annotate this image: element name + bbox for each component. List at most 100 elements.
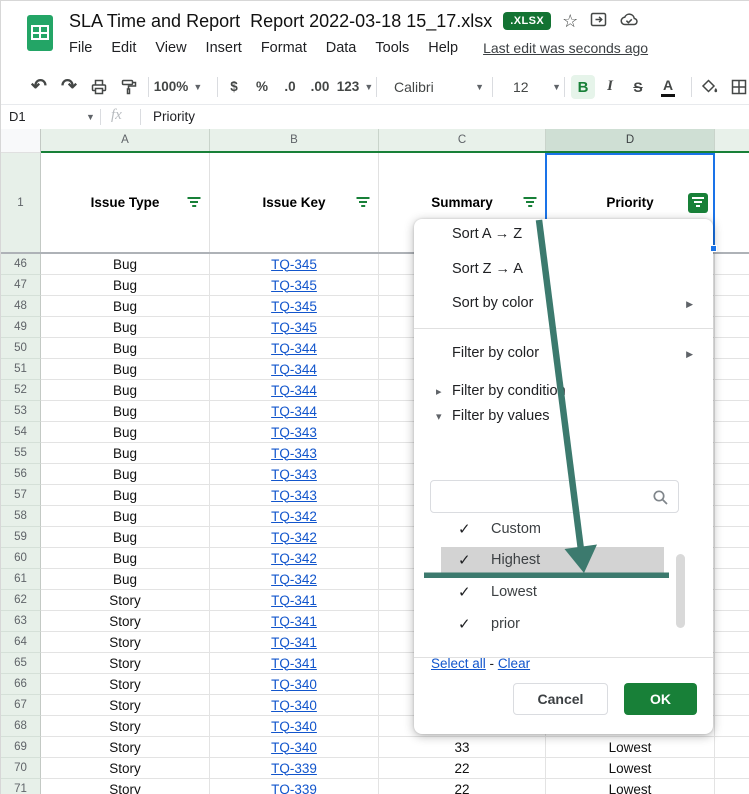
row-header-51[interactable]: 51 [1, 359, 41, 380]
cell-issue-type[interactable]: Bug [41, 464, 210, 485]
cell-summary[interactable]: 33 [379, 737, 546, 758]
text-color-button[interactable]: A [659, 69, 677, 104]
values-scrollbar[interactable] [676, 554, 685, 628]
header-cell-b[interactable]: Issue Key [210, 153, 379, 252]
cell-empty[interactable] [715, 548, 749, 569]
issue-key-link[interactable]: TQ-343 [271, 467, 317, 482]
cell-summary[interactable]: 22 [379, 779, 546, 794]
cell-issue-key[interactable]: TQ-339 [210, 758, 379, 779]
document-title[interactable]: SLA Time and Report Report 2022-03-18 15… [69, 11, 492, 32]
menu-edit[interactable]: Edit [111, 40, 136, 56]
issue-key-link[interactable]: TQ-342 [271, 572, 317, 587]
fill-color-icon[interactable] [699, 69, 719, 104]
issue-key-link[interactable]: TQ-341 [271, 593, 317, 608]
issue-key-link[interactable]: TQ-339 [271, 782, 317, 794]
cell-issue-type[interactable]: Story [41, 695, 210, 716]
cell-issue-type[interactable]: Bug [41, 296, 210, 317]
issue-key-link[interactable]: TQ-344 [271, 362, 317, 377]
column-header-a[interactable]: A [41, 129, 210, 151]
redo-icon[interactable]: ↷ [59, 69, 79, 104]
issue-key-link[interactable]: TQ-340 [271, 698, 317, 713]
issue-key-link[interactable]: TQ-343 [271, 446, 317, 461]
cell-issue-key[interactable]: TQ-344 [210, 359, 379, 380]
row-header-65[interactable]: 65 [1, 653, 41, 674]
cell-issue-key[interactable]: TQ-341 [210, 611, 379, 632]
increase-decimal-button[interactable]: .00 [309, 69, 331, 104]
cloud-status-icon[interactable] [619, 10, 639, 32]
cell-issue-type[interactable]: Story [41, 611, 210, 632]
cell-empty[interactable] [715, 422, 749, 443]
cell-empty[interactable] [715, 653, 749, 674]
search-input[interactable] [439, 484, 644, 509]
cell-issue-type[interactable]: Bug [41, 548, 210, 569]
cell-issue-key[interactable]: TQ-343 [210, 485, 379, 506]
cancel-button[interactable]: Cancel [513, 683, 608, 715]
italic-button[interactable]: I [601, 69, 619, 104]
cell-issue-key[interactable]: TQ-342 [210, 527, 379, 548]
cell-empty[interactable] [715, 611, 749, 632]
ok-button[interactable]: OK [624, 683, 697, 715]
menu-insert[interactable]: Insert [206, 40, 242, 56]
cell-issue-type[interactable]: Bug [41, 380, 210, 401]
row-header-68[interactable]: 68 [1, 716, 41, 737]
issue-key-link[interactable]: TQ-341 [271, 614, 317, 629]
menu-format[interactable]: Format [261, 40, 307, 56]
cell-issue-type[interactable]: Bug [41, 485, 210, 506]
zoom-dropdown[interactable]: 100%▼ [158, 69, 198, 104]
cell-empty[interactable] [715, 632, 749, 653]
filter-value-custom[interactable]: ✓Custom [414, 516, 679, 542]
cell-issue-type[interactable]: Story [41, 653, 210, 674]
font-size-dropdown[interactable]: 12▼ [513, 69, 561, 104]
issue-key-link[interactable]: TQ-340 [271, 719, 317, 734]
cell-issue-key[interactable]: TQ-341 [210, 632, 379, 653]
row-header-53[interactable]: 53 [1, 401, 41, 422]
cell-issue-key[interactable]: TQ-340 [210, 737, 379, 758]
cell-issue-type[interactable]: Story [41, 779, 210, 794]
issue-key-link[interactable]: TQ-344 [271, 341, 317, 356]
cell-empty[interactable] [715, 380, 749, 401]
filter-icon-a[interactable] [187, 197, 201, 209]
percent-format-button[interactable]: % [254, 69, 270, 104]
cell-empty[interactable] [715, 401, 749, 422]
row-header-49[interactable]: 49 [1, 317, 41, 338]
cell-issue-type[interactable]: Bug [41, 527, 210, 548]
cell-empty[interactable] [715, 359, 749, 380]
row-header-59[interactable]: 59 [1, 527, 41, 548]
name-box[interactable]: D1 [9, 109, 26, 124]
row-header-56[interactable]: 56 [1, 464, 41, 485]
cell-issue-key[interactable]: TQ-342 [210, 506, 379, 527]
row-header-58[interactable]: 58 [1, 506, 41, 527]
cell-issue-key[interactable]: TQ-344 [210, 380, 379, 401]
cell-empty[interactable] [715, 590, 749, 611]
issue-key-link[interactable]: TQ-344 [271, 404, 317, 419]
row-header-64[interactable]: 64 [1, 632, 41, 653]
sheets-logo-icon[interactable] [27, 15, 53, 51]
cell-empty[interactable] [715, 296, 749, 317]
row-header-55[interactable]: 55 [1, 443, 41, 464]
menu-item-filter-by-values[interactable]: Filter by values [452, 405, 550, 427]
issue-key-link[interactable]: TQ-345 [271, 257, 317, 272]
row-header-70[interactable]: 70 [1, 758, 41, 779]
cell-issue-type[interactable]: Bug [41, 338, 210, 359]
row-header-62[interactable]: 62 [1, 590, 41, 611]
star-icon[interactable]: ☆ [562, 12, 578, 30]
font-dropdown[interactable]: Calibri▼ [394, 69, 484, 104]
name-box-caret-icon[interactable]: ▼ [86, 112, 95, 122]
issue-key-link[interactable]: TQ-343 [271, 488, 317, 503]
cell-issue-type[interactable]: Story [41, 758, 210, 779]
strikethrough-button[interactable]: S [629, 69, 647, 104]
cell-priority[interactable]: Lowest [546, 737, 715, 758]
column-header-d[interactable]: D [546, 129, 715, 151]
menu-tools[interactable]: Tools [375, 40, 409, 56]
filter-value-prior[interactable]: ✓prior [414, 611, 679, 637]
header-cell-a[interactable]: Issue Type [41, 153, 210, 252]
row-header-69[interactable]: 69 [1, 737, 41, 758]
cell-priority[interactable]: Lowest [546, 758, 715, 779]
issue-key-link[interactable]: TQ-345 [271, 299, 317, 314]
cell-empty[interactable] [715, 275, 749, 296]
issue-key-link[interactable]: TQ-343 [271, 425, 317, 440]
row-header-1[interactable]: 1 [1, 153, 41, 252]
cell-issue-type[interactable]: Bug [41, 254, 210, 275]
cell-empty[interactable] [715, 464, 749, 485]
clear-link[interactable]: Clear [498, 656, 530, 671]
